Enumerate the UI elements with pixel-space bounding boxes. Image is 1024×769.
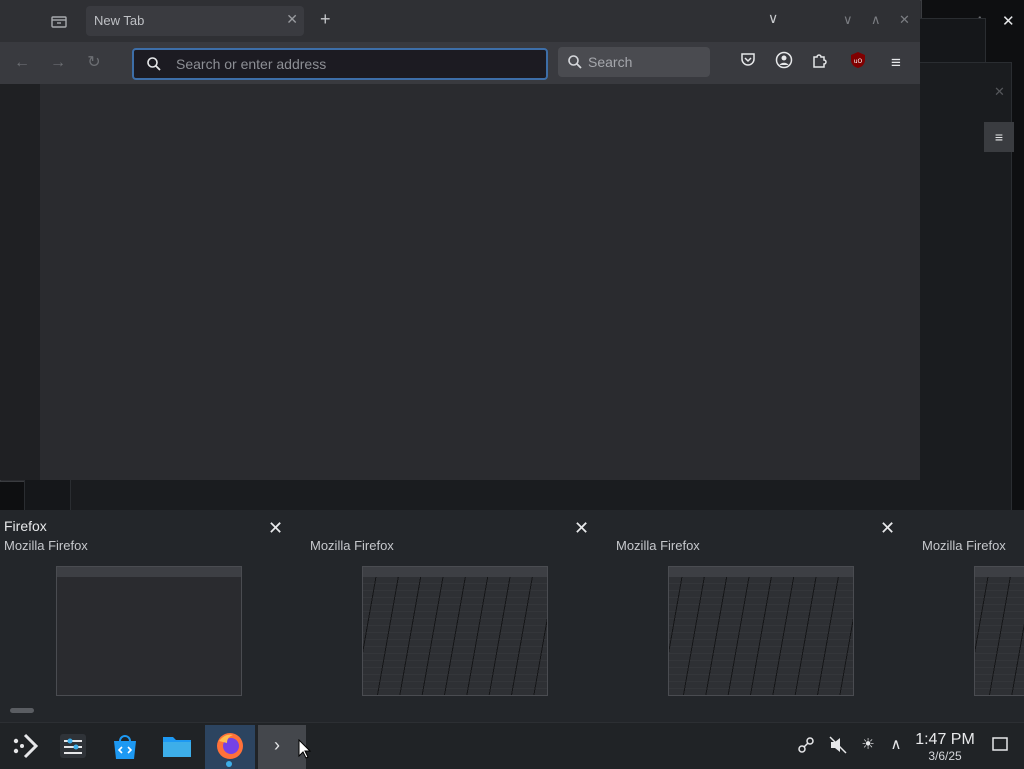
window-thumbnail[interactable] — [362, 566, 548, 696]
search-bar[interactable]: Search — [558, 47, 710, 77]
list-tabs-icon[interactable]: ∨ — [768, 10, 778, 27]
system-settings-icon[interactable] — [56, 729, 90, 763]
mouse-cursor-icon — [298, 738, 312, 764]
show-desktop-icon[interactable] — [990, 735, 1010, 755]
background-close-icon: ✕ — [994, 84, 1005, 99]
new-tab-icon[interactable]: + — [320, 9, 331, 30]
close-icon[interactable]: ✕ — [880, 518, 895, 539]
window-edge — [0, 84, 40, 480]
card-subtitle: Mozilla Firefox — [922, 538, 1006, 553]
firefox-icon[interactable] — [213, 729, 247, 763]
card-title: Firefox — [4, 518, 47, 534]
switcher-scrollbar[interactable] — [10, 708, 34, 713]
forward-icon[interactable]: → — [46, 51, 70, 75]
search-icon — [568, 55, 582, 69]
tab-new-tab[interactable]: New Tab ✕ — [86, 6, 304, 36]
switcher-card[interactable]: Firefox Mozilla Firefox ✕ — [0, 510, 300, 722]
page-content[interactable] — [40, 84, 920, 480]
nav-bar: ← → ↻ Search or enter address Search uO … — [0, 42, 920, 84]
tab-bar: New Tab ✕ + ∨ ∨ ∧ ✕ — [0, 0, 920, 42]
firefox-window: New Tab ✕ + ∨ ∨ ∧ ✕ ← → ↻ Search or ente… — [0, 0, 922, 482]
window-switcher: Firefox Mozilla Firefox ✕ Mozilla Firefo… — [0, 510, 1024, 722]
pocket-icon[interactable] — [736, 51, 760, 75]
clock-time[interactable]: 1:47 PM — [912, 731, 978, 749]
maximize-icon[interactable]: ∧ — [871, 12, 881, 28]
url-bar[interactable]: Search or enter address — [132, 48, 548, 80]
account-icon[interactable] — [772, 51, 796, 75]
close-icon[interactable]: ✕ — [268, 518, 283, 539]
card-subtitle: Mozilla Firefox — [310, 538, 394, 553]
clock-date[interactable]: 3/6/25 — [912, 749, 978, 763]
background-window-menu-icon: ≡ — [984, 122, 1014, 152]
url-placeholder: Search or enter address — [176, 56, 327, 72]
file-manager-icon[interactable] — [160, 729, 194, 763]
taskbar: › ☀ ∧ 1:47 PM 3/6/25 — [0, 722, 1024, 769]
thumbnail-toolbar — [57, 567, 241, 577]
switcher-card[interactable]: Mozilla Firefox ✕ — [306, 510, 606, 722]
volume-muted-icon[interactable] — [828, 735, 848, 755]
close-icon[interactable]: ✕ — [1002, 12, 1018, 30]
svg-text:uO: uO — [854, 58, 863, 65]
ublock-icon[interactable]: uO — [846, 51, 870, 75]
search-placeholder: Search — [588, 54, 633, 70]
tab-overview-icon[interactable] — [50, 12, 68, 30]
app-menu-icon[interactable]: ≡ — [884, 51, 908, 75]
search-icon — [147, 57, 161, 71]
window-thumbnail[interactable] — [56, 566, 242, 696]
switcher-card[interactable]: Mozilla Firefox ✕ — [612, 510, 912, 722]
discover-store-icon[interactable] — [108, 729, 142, 763]
network-icon[interactable] — [796, 735, 816, 755]
switcher-card[interactable]: Mozilla Firefox — [918, 510, 1024, 722]
minimize-icon[interactable]: ∨ — [843, 12, 853, 28]
tab-title: New Tab — [94, 13, 145, 28]
chevron-right-icon[interactable]: › — [274, 735, 280, 756]
back-icon[interactable]: ← — [10, 51, 34, 75]
window-thumbnail[interactable] — [668, 566, 854, 696]
brightness-icon[interactable]: ☀ — [858, 735, 878, 755]
show-hidden-icons-icon[interactable]: ∧ — [886, 735, 906, 755]
close-window-icon[interactable]: ✕ — [899, 12, 910, 28]
card-subtitle: Mozilla Firefox — [616, 538, 700, 553]
thumbnail-toolbar — [363, 567, 547, 577]
thumbnail-toolbar — [975, 567, 1024, 577]
extensions-icon[interactable] — [808, 51, 832, 75]
thumbnail-toolbar — [669, 567, 853, 577]
task-indicator — [226, 761, 232, 767]
close-icon[interactable]: ✕ — [574, 518, 589, 539]
reload-icon[interactable]: ↻ — [82, 51, 106, 75]
tab-close-icon[interactable]: ✕ — [286, 11, 298, 28]
card-subtitle: Mozilla Firefox — [4, 538, 88, 553]
window-thumbnail[interactable] — [974, 566, 1024, 696]
application-launcher-icon[interactable] — [8, 729, 42, 763]
